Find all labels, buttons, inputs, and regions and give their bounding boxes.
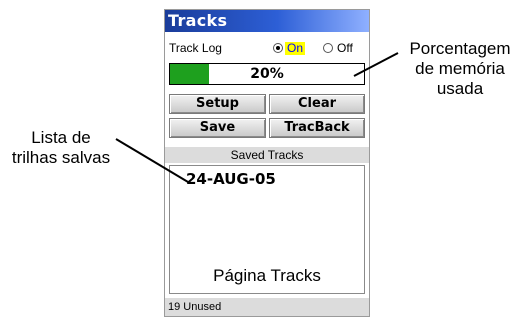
- list-callout-line-pointer: [115, 138, 189, 183]
- memory-callout-line-pointer: [353, 52, 399, 77]
- callout-lines: [115, 52, 399, 183]
